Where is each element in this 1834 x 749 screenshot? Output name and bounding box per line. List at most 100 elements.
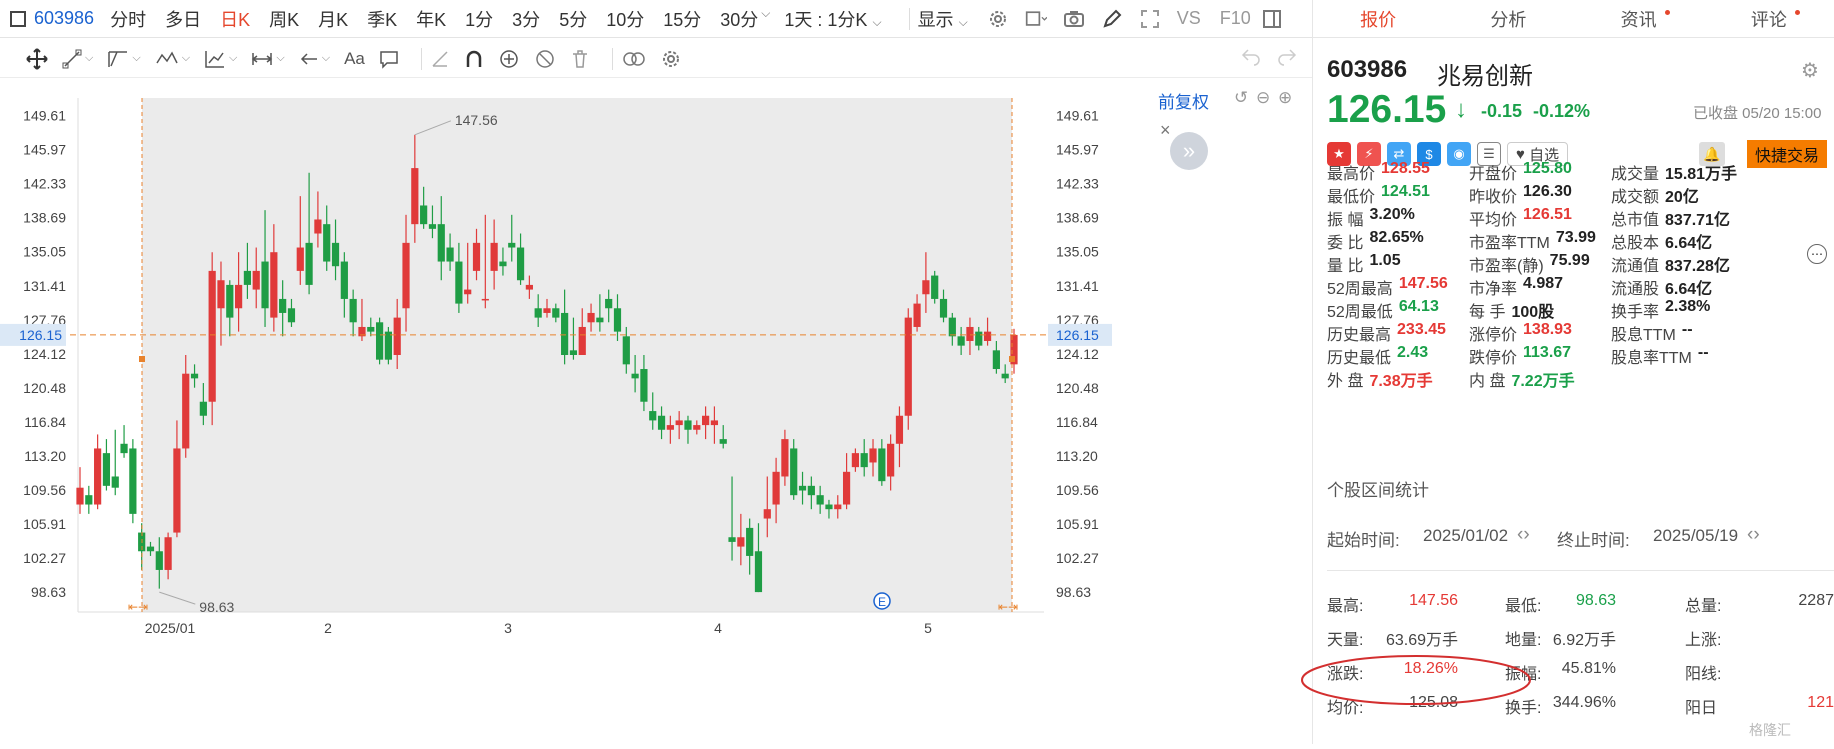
period-tab-8[interactable]: 3分 (512, 6, 540, 32)
text-tool-icon[interactable]: Aa (344, 47, 365, 71)
fullscreen-icon[interactable] (1139, 8, 1161, 30)
stat-label: 委 比 (1327, 235, 1364, 252)
panel-tab-3[interactable]: 评论 (1704, 0, 1834, 37)
redo-icon[interactable] (1276, 46, 1298, 71)
undo-icon[interactable] (1240, 46, 1262, 71)
move-icon[interactable] (26, 47, 48, 71)
period-tab-2[interactable]: 日K (220, 6, 250, 32)
stock-code-tab[interactable]: 603986 (34, 8, 94, 29)
stat-label: 内 盘 (1469, 373, 1506, 390)
range-arrow-icon[interactable]: ⇤⇥ (998, 600, 1018, 614)
zoom-out-icon[interactable]: ⊖ (1256, 88, 1270, 108)
candle-body (428, 224, 437, 229)
close-overlay-icon[interactable]: × (1160, 120, 1171, 141)
square-toggle-icon[interactable] (1025, 8, 1047, 30)
candle-body (702, 415, 710, 426)
candle-body (323, 224, 331, 262)
period-more-icon[interactable]: ⌵ (761, 6, 770, 32)
kline-chart[interactable]: 149.61 149.61 145.97 145.97 142.33 142.33 138.… (0, 80, 1312, 744)
reset-icon[interactable]: ↺ (1234, 88, 1248, 108)
range-arrow-icon[interactable]: ⇤⇥ (128, 600, 148, 614)
magnet-icon[interactable] (464, 47, 484, 71)
hide-drawing-icon[interactable] (534, 47, 556, 71)
vs-button[interactable]: VS (1177, 8, 1201, 29)
range-handle[interactable] (1009, 356, 1015, 362)
price-tick-left: 102.27 (23, 550, 66, 566)
stat-value: 1.05 (1369, 252, 1401, 269)
end-step-icon[interactable]: ‹› (1747, 524, 1760, 546)
sidebar-toggle-icon[interactable] (1261, 8, 1283, 30)
panel-tabs: 报价 分析 资讯 评论 (1313, 0, 1834, 38)
adjust-mode-button[interactable]: 前复权 (1158, 88, 1209, 113)
date-tick: 3 (504, 620, 512, 636)
zoom-in-icon[interactable]: ⊕ (1278, 88, 1292, 108)
ruler-tool-icon[interactable] (430, 47, 450, 71)
candle-body (834, 504, 842, 510)
period-tab-1[interactable]: 多日 (165, 6, 201, 32)
stat-value: 6.64亿 (1665, 235, 1713, 252)
unread-dot (1665, 10, 1671, 15)
range-select[interactable]: 1天 : 1分K ⌵ (784, 6, 881, 32)
candle-body (182, 373, 190, 449)
channel-tool-icon[interactable]: ⌵ (107, 47, 141, 71)
divider (611, 47, 613, 70)
f10-button[interactable]: F10 (1220, 8, 1251, 29)
more-icon[interactable]: ⋯ (1807, 244, 1827, 264)
chart-tool-icon[interactable]: ⌵ (204, 47, 237, 71)
period-tab-7[interactable]: 1分 (465, 6, 493, 32)
date-tick: 4 (714, 620, 722, 636)
compare-icon[interactable] (621, 47, 647, 71)
period-tab-6[interactable]: 年K (416, 6, 446, 32)
comment-tool-icon[interactable] (379, 47, 399, 71)
quote-settings-icon[interactable]: ⚙ (1801, 58, 1819, 83)
expand-arrows-icon[interactable]: » (1170, 132, 1208, 170)
price-tick-left: 138.69 (23, 210, 66, 226)
measure-tool-icon[interactable]: ⌵ (251, 47, 285, 71)
arrow-tool-icon[interactable]: ⌵ (299, 47, 330, 71)
range-handle[interactable] (139, 356, 145, 362)
kline-svg[interactable]: 149.61 149.61 145.97 145.97 142.33 142.33 138.… (0, 80, 1312, 744)
end-date[interactable]: 2025/05/19 (1653, 526, 1738, 546)
candle-body (622, 336, 630, 365)
candle-body (605, 298, 613, 309)
price-tick-left: 98.63 (31, 584, 66, 600)
start-date[interactable]: 2025/01/02 (1423, 526, 1508, 546)
candle-body (948, 317, 956, 337)
period-tab-9[interactable]: 5分 (559, 6, 587, 32)
period-tab-10[interactable]: 10分 (606, 6, 644, 32)
interval-title: 个股区间统计 (1327, 481, 1429, 500)
candle-body (499, 261, 507, 267)
period-tab-12[interactable]: 30分 (720, 6, 758, 32)
wave-tool-icon[interactable]: ⌵ (155, 47, 190, 71)
panel-tab-1[interactable]: 分析 (1443, 0, 1573, 37)
interval-value: 45.81% (1561, 660, 1616, 677)
candle-body (525, 284, 533, 290)
period-tab-11[interactable]: 15分 (663, 6, 701, 32)
period-tab-3[interactable]: 周K (269, 6, 299, 32)
period-tab-5[interactable]: 季K (367, 6, 397, 32)
candle-body (437, 224, 445, 262)
line-tool-icon[interactable]: ⌵ (62, 47, 93, 71)
candle-body (111, 476, 119, 488)
pen-icon[interactable] (1101, 8, 1123, 30)
trash-icon[interactable] (570, 47, 590, 71)
camera-icon[interactable] (1063, 8, 1085, 30)
display-select[interactable]: 显示 ⌵ (918, 6, 968, 32)
window-icon[interactable] (10, 10, 26, 27)
start-step-icon[interactable]: ‹› (1517, 524, 1530, 546)
period-tab-0[interactable]: 分时 (110, 6, 146, 32)
lock-drawing-icon[interactable] (498, 47, 520, 71)
period-tab-4[interactable]: 月K (318, 6, 348, 32)
price-tick-left: 142.33 (23, 176, 66, 192)
candle-body (94, 448, 102, 505)
settings-icon[interactable] (987, 8, 1009, 30)
panel-tab-2[interactable]: 资讯 (1574, 0, 1704, 37)
tag-icon[interactable]: ◉ (1447, 142, 1471, 166)
quick-trade-button[interactable]: 快捷交易 (1747, 140, 1828, 168)
price-tick-right: 120.48 (1056, 380, 1099, 396)
candle-body (807, 485, 815, 496)
toolbar-settings-icon[interactable] (661, 47, 681, 71)
stat-label: 市盈率TTM (1469, 235, 1550, 252)
watermark: 格隆汇 (1749, 722, 1791, 738)
panel-tab-0[interactable]: 报价 (1313, 0, 1443, 37)
